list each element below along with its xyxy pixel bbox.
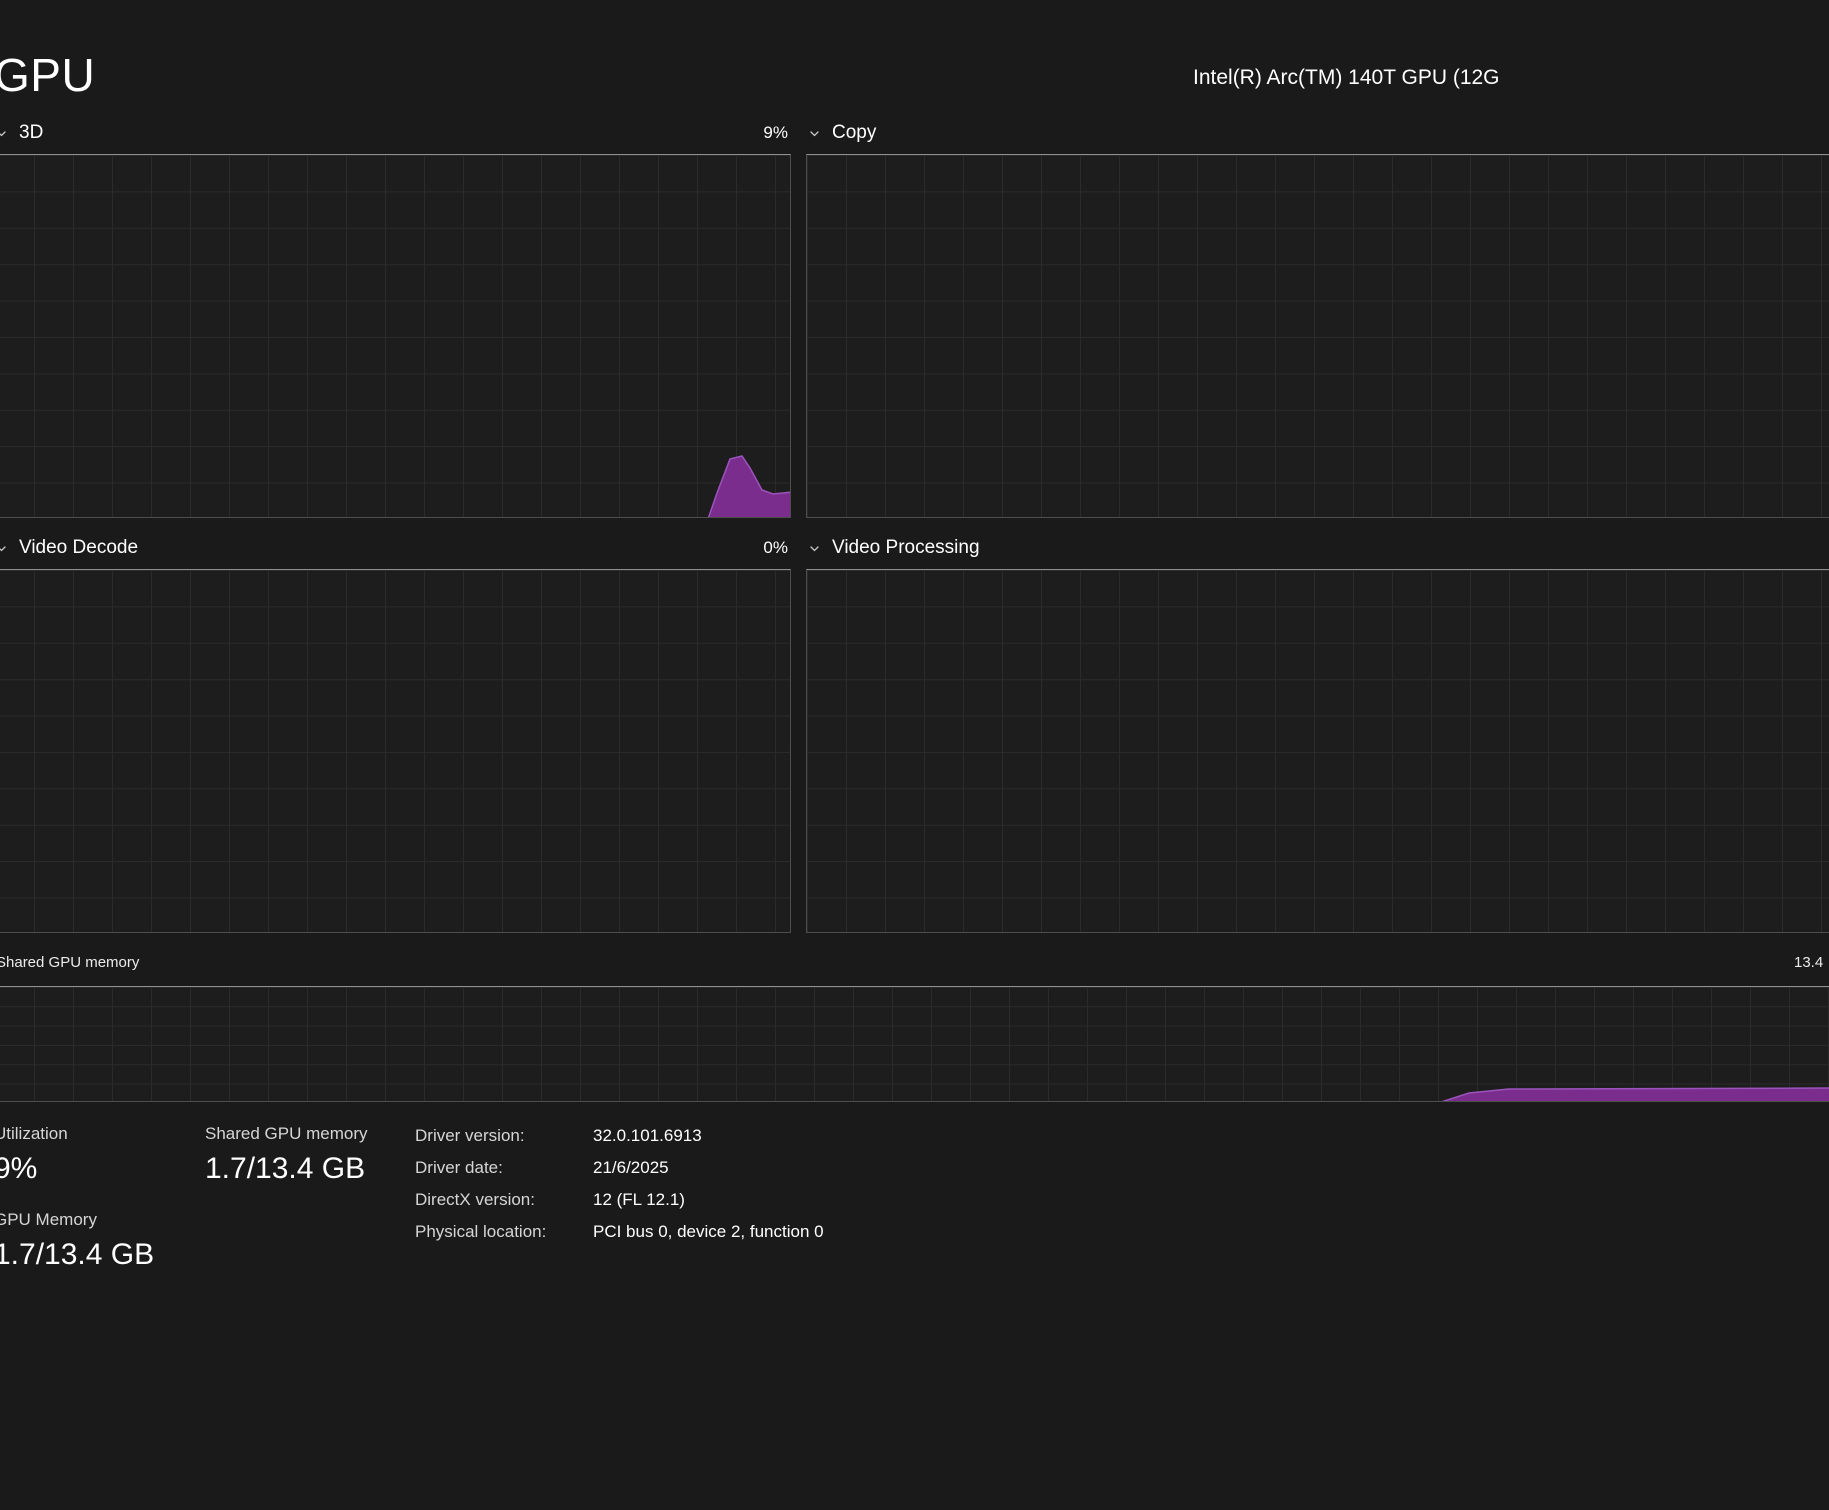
chart-shared-gpu-memory[interactable] (0, 986, 1829, 1102)
gpu-details: Driver version: 32.0.101.6913 Driver dat… (415, 1126, 824, 1242)
page-title: GPU (0, 49, 96, 101)
utilization-label: Utilization (0, 1124, 68, 1143)
shared-gpu-memory-label: Shared GPU memory (205, 1124, 368, 1143)
gpu-panel-video-decode: Video Decode 0% (0, 531, 791, 933)
gpu-panel-video-processing: Video Processing (806, 531, 1829, 933)
chevron-down-icon[interactable] (0, 127, 8, 140)
physical-location-label: Physical location: (415, 1222, 547, 1241)
shared-gpu-memory-chart-title: Shared GPU memory (0, 954, 140, 971)
gpu-device-name: Intel(R) Arc(TM) 140T GPU (12G (1193, 66, 1500, 89)
panel-value-3d: 9% (763, 123, 788, 142)
shared-gpu-memory-value: 1.7/13.4 GB (205, 1152, 366, 1185)
panel-title-video-processing: Video Processing (832, 537, 980, 558)
panel-title-3d: 3D (19, 122, 44, 143)
directx-version-label: DirectX version: (415, 1190, 535, 1209)
panel-header-copy: Copy (806, 116, 1829, 150)
physical-location-value: PCI bus 0, device 2, function 0 (593, 1222, 824, 1241)
directx-version-value: 12 (FL 12.1) (593, 1190, 685, 1209)
usage-graph-shared-memory (1441, 1087, 1829, 1101)
gpu-memory-label: GPU Memory (0, 1210, 97, 1229)
gpu-panel-copy: Copy (806, 116, 1829, 518)
driver-version-value: 32.0.101.6913 (593, 1126, 702, 1145)
gpu-memory-value: 1.7/13.4 GB (0, 1238, 155, 1271)
chart-3d[interactable] (0, 154, 791, 518)
panel-title-video-decode: Video Decode (19, 537, 139, 558)
chevron-down-icon[interactable] (808, 127, 821, 140)
panel-title-copy: Copy (832, 122, 877, 143)
utilization-value: 9% (0, 1152, 38, 1185)
panel-header-video-processing: Video Processing (806, 531, 1829, 565)
driver-date-label: Driver date: (415, 1158, 503, 1177)
chart-copy[interactable] (806, 154, 1829, 518)
usage-graph-3d (707, 455, 790, 517)
shared-gpu-memory-scale-label: 13.4 (1794, 954, 1824, 971)
panel-value-video-decode: 0% (763, 538, 788, 557)
driver-version-label: Driver version: (415, 1126, 525, 1145)
panel-header-video-decode: Video Decode 0% (0, 531, 791, 565)
driver-date-value: 21/6/2025 (593, 1158, 669, 1177)
gpu-panel-3d: 3D 9% (0, 116, 791, 518)
panel-header-3d: 3D 9% (0, 116, 791, 150)
chevron-down-icon[interactable] (0, 542, 8, 555)
task-manager-gpu-page: GPU Intel(R) Arc(TM) 140T GPU (12G 3D 9%… (0, 0, 1829, 1510)
chevron-down-icon[interactable] (808, 542, 821, 555)
chart-video-processing[interactable] (806, 569, 1829, 933)
chart-video-decode[interactable] (0, 569, 791, 933)
